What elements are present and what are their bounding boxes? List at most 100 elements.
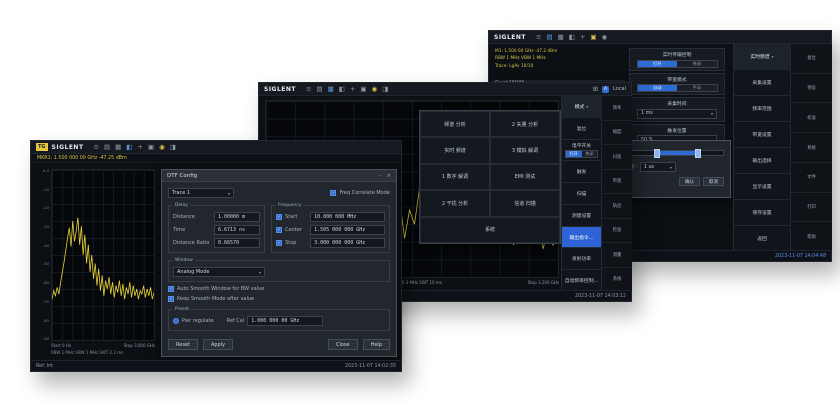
freq-correlate-checkbox[interactable]: ✓	[330, 190, 336, 196]
mode-cell-analog-demod[interactable]: 3 模拟 解调	[490, 137, 560, 163]
range-slider[interactable]	[630, 150, 724, 156]
softkey-system[interactable]: 系统	[791, 133, 832, 163]
rt-transfer-toggle[interactable]: 打开 关闭	[637, 60, 718, 68]
confirm-button[interactable]: 确认	[679, 177, 700, 186]
trace-select[interactable]: Trace 1 ▾	[168, 188, 234, 198]
mode-cell-digital-demod[interactable]: 1 数字 解调	[420, 164, 490, 190]
bw-mode-row[interactable]: 带宽模式 自动 手动	[629, 73, 725, 96]
softkey-frequency[interactable]: 频率	[602, 96, 632, 121]
softkey-file[interactable]: 文件	[791, 163, 832, 193]
menu-item-output-cmd[interactable]: 输出指令…	[562, 227, 601, 249]
apps-icon[interactable]: ▣	[148, 144, 154, 151]
mode-cell-channel-scan[interactable]: 信道 扫描	[490, 190, 560, 216]
acq-time-select[interactable]: 1 ms ▾	[637, 109, 717, 119]
q-select[interactable]: 1 us ▾	[640, 162, 676, 172]
softkey-cal[interactable]: 校准	[791, 103, 832, 133]
reset-button[interactable]: Reset	[168, 339, 198, 350]
contrast-icon[interactable]: ◧	[339, 86, 345, 93]
menu-item-acq[interactable]: 采集设置	[734, 70, 790, 96]
center-freq-field[interactable]: 1.505 000 000 GHz	[310, 225, 385, 235]
contrast-icon[interactable]: ◧	[126, 144, 132, 151]
menu-item-display[interactable]: 显示设置	[734, 174, 790, 200]
ratio-field[interactable]: 0.66570	[214, 238, 260, 248]
softkey-reset[interactable]: 复位	[791, 44, 832, 74]
menu-item-back[interactable]: 返回	[734, 226, 790, 252]
start-freq-checkbox[interactable]: ✓	[276, 214, 282, 220]
panel-icon[interactable]: ◨	[170, 144, 176, 151]
add-icon[interactable]: +	[137, 144, 142, 151]
mode-cell-rtsa[interactable]: 实时 频谱	[420, 137, 490, 163]
display-icon[interactable]: ▤	[316, 86, 322, 93]
time-field[interactable]: 6.6713 ns	[214, 225, 260, 235]
cancel-button[interactable]: 取消	[703, 177, 724, 186]
bw-mode-toggle[interactable]: 自动 手动	[637, 84, 718, 92]
menu-item-trigger[interactable]: 触发	[562, 161, 601, 183]
table-icon[interactable]: ▦	[328, 86, 334, 93]
softkey-help[interactable]: 帮助	[791, 222, 832, 252]
distance-field[interactable]: 1.00000 m	[214, 212, 260, 222]
add-icon[interactable]: +	[350, 86, 355, 93]
hamburger-icon[interactable]: ≡	[94, 144, 99, 151]
display-icon[interactable]: ▤	[546, 34, 552, 41]
menu-item-level-switch[interactable]: 电平开关 打开 关闭	[562, 140, 601, 162]
mode-cell-emi[interactable]: EMI 测试	[490, 164, 560, 190]
minimize-icon[interactable]: –	[379, 173, 382, 179]
softkey-preset[interactable]: 预设	[791, 74, 832, 104]
record-icon[interactable]: ◉	[372, 86, 378, 93]
stop-freq-checkbox[interactable]: ✓	[276, 240, 282, 246]
close-icon[interactable]: ×	[387, 173, 391, 179]
record-icon[interactable]: ◉	[159, 144, 165, 151]
display-icon[interactable]: ▤	[104, 144, 110, 151]
center-freq-checkbox[interactable]: ✓	[276, 227, 282, 233]
record-icon[interactable]: ◉	[602, 34, 608, 41]
contrast-icon[interactable]: ◧	[569, 34, 575, 41]
apps-icon[interactable]: ▣	[590, 34, 596, 41]
menu-item-save[interactable]: 保存设置	[734, 200, 790, 226]
table-icon[interactable]: ▦	[558, 34, 564, 41]
softkey-measure[interactable]: 测量	[602, 243, 632, 268]
mode-cell-vector[interactable]: 2 矢量 分析	[490, 111, 560, 137]
apps-icon[interactable]: ▣	[360, 86, 366, 93]
grid-layout-icon[interactable]: ⊞	[593, 86, 598, 93]
menu-item-freq-range[interactable]: 频率范围	[734, 96, 790, 122]
close-button[interactable]: Close	[328, 339, 358, 350]
table-icon[interactable]: ▦	[115, 144, 121, 151]
hamburger-icon[interactable]: ≡	[536, 34, 541, 41]
menu-item-tx-power[interactable]: 发射功率	[562, 248, 601, 270]
add-icon[interactable]: +	[580, 34, 585, 41]
slider-handle-right[interactable]	[695, 149, 701, 158]
hamburger-icon[interactable]: ≡	[306, 86, 311, 93]
softkey-detect[interactable]: 检波	[602, 219, 632, 244]
menu-item-reset[interactable]: 复位	[562, 118, 601, 140]
mode-cell-spectrum[interactable]: 频谱 分析	[420, 111, 490, 137]
menu-item-meas-setup[interactable]: 测量设置	[562, 205, 601, 227]
softkey-trace[interactable]: 轨迹	[602, 194, 632, 219]
ref-cal-field[interactable]: 1.000 000 00 GHz	[247, 316, 323, 326]
stop-freq-field[interactable]: 3.000 000 000 GHz	[310, 238, 385, 248]
menu-item-bw[interactable]: 带宽设置	[734, 122, 790, 148]
menu-header-rtsa[interactable]: 实时频谱 ▾	[734, 44, 790, 70]
menu-item-afc[interactable]: 自动频率控制…	[562, 270, 601, 292]
softkey-print[interactable]: 打印	[791, 193, 832, 223]
menu-header-mode[interactable]: 模式 ▾	[562, 96, 601, 118]
smooth-mode-checkbox[interactable]: ✓	[168, 296, 174, 302]
menu-item-output[interactable]: 输出选择	[734, 148, 790, 174]
panel-icon[interactable]: ◨	[382, 86, 388, 93]
softkey-amplitude[interactable]: 幅度	[602, 121, 632, 146]
acq-time-row[interactable]: 采集时间 1 ms ▾	[629, 97, 725, 122]
mode-cell-interference[interactable]: 2 干扰 分析	[420, 190, 490, 216]
rt-transfer-row[interactable]: 实时传输控制 打开 关闭	[629, 48, 725, 71]
menu-item-sweep[interactable]: 扫描	[562, 183, 601, 205]
user-icon[interactable]: A	[602, 86, 609, 93]
apply-button[interactable]: Apply	[203, 339, 233, 350]
level-switch-toggle[interactable]: 打开 关闭	[565, 150, 598, 158]
start-freq-field[interactable]: 10.000 000 MHz	[310, 212, 385, 222]
mode-cell-system[interactable]: 系统	[420, 217, 560, 243]
pwr-regulate-radio[interactable]	[173, 318, 179, 324]
smooth-window-checkbox[interactable]: ✓	[168, 286, 174, 292]
window-mode-select[interactable]: Analog Mode ▾	[173, 267, 265, 277]
softkey-system[interactable]: 系统	[602, 268, 632, 293]
softkey-bandwidth[interactable]: 带宽	[602, 170, 632, 195]
softkey-span[interactable]: 扫宽	[602, 145, 632, 170]
help-button[interactable]: Help	[363, 339, 390, 350]
